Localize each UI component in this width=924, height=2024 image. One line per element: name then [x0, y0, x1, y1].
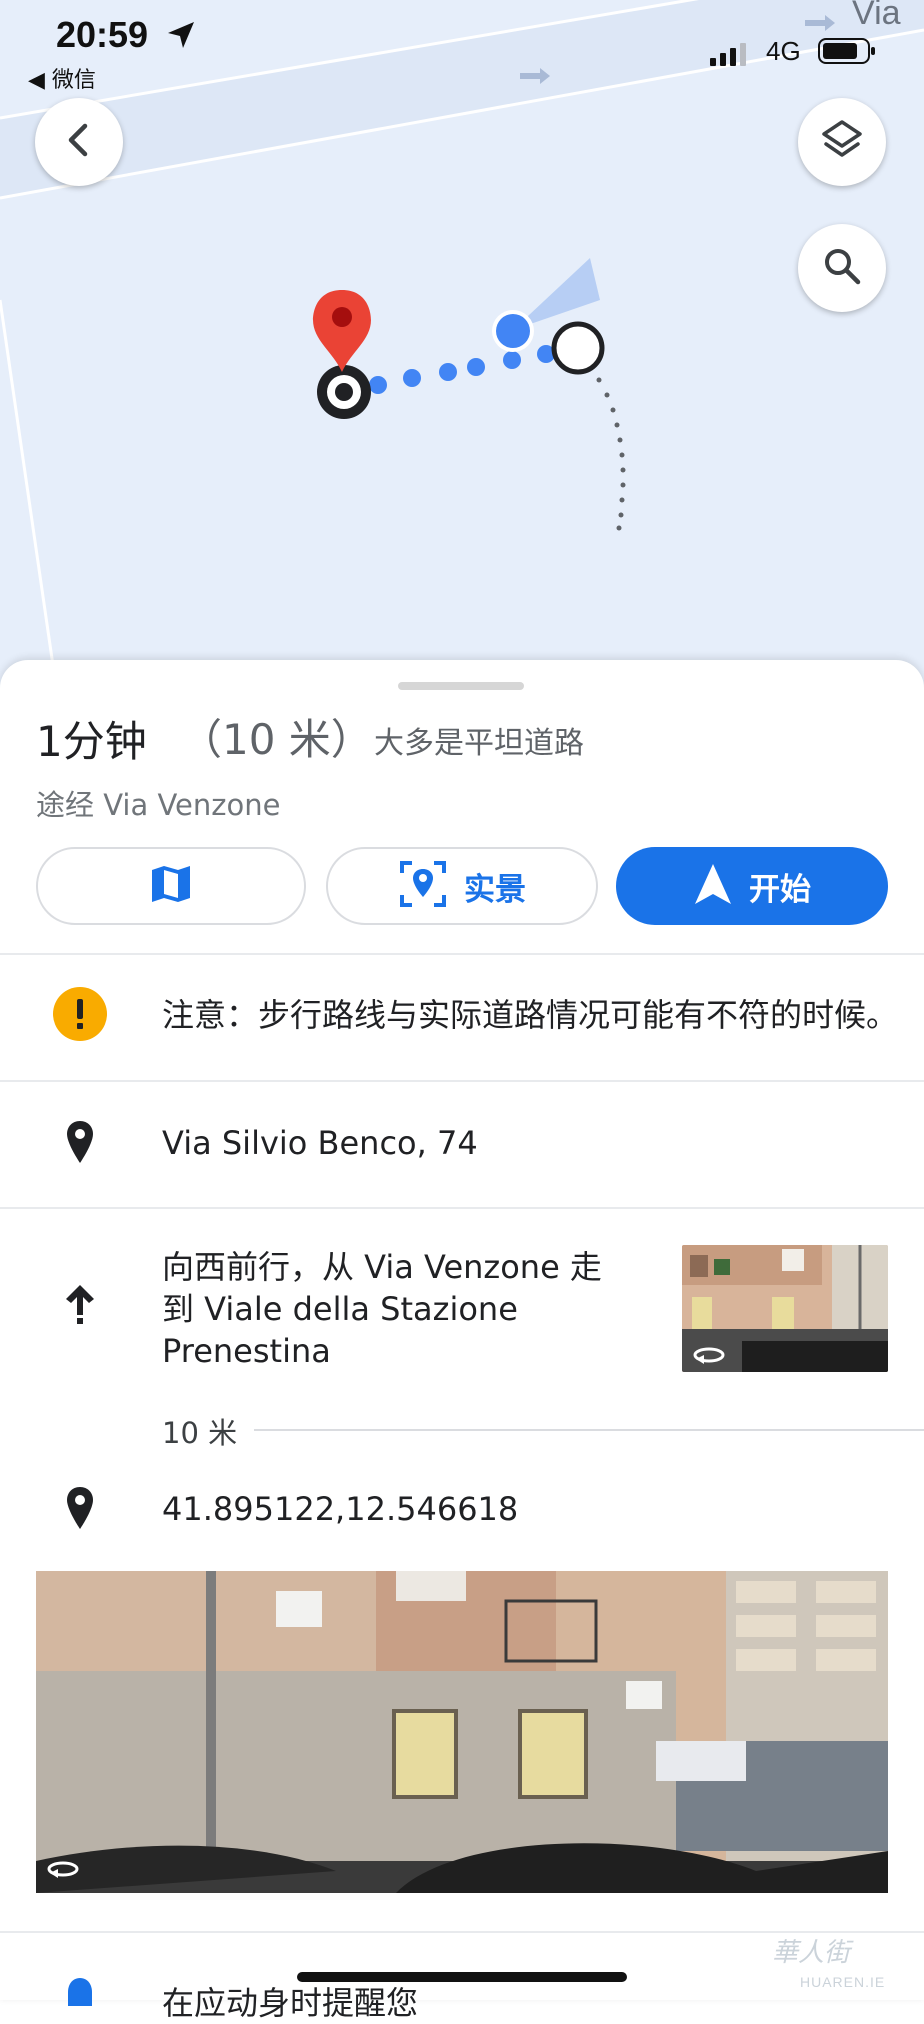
step-instruction[interactable]: 向西前行，从 Via Venzone 走 到 Viale della Stazi… — [162, 1246, 662, 1372]
live-view-label: 实景 — [464, 871, 526, 908]
step-instruction-line: Prenestina — [162, 1332, 331, 1370]
trip-distance: （10 米） — [180, 715, 373, 764]
departure-reminder[interactable]: 在应动身时提醒您 — [162, 1978, 418, 2024]
map-canvas[interactable] — [0, 0, 924, 700]
watermark-sub: HUAREN.IE — [800, 1974, 886, 1990]
back-to-app-link[interactable]: ◀ 微信 — [28, 62, 96, 94]
step-distance: 10 米 — [162, 1416, 238, 1450]
network-type: 4G — [766, 36, 801, 66]
start-label: 开始 — [749, 871, 811, 908]
status-time: 20:59 — [56, 14, 149, 55]
street-label: Via — [852, 0, 901, 32]
location-arrow-icon — [166, 20, 196, 54]
trip-duration: 1分钟 — [36, 717, 147, 766]
home-indicator[interactable] — [297, 1972, 627, 1982]
terrain-note: 大多是平坦道路 — [374, 726, 584, 761]
location-pin-icon — [48, 1486, 112, 1530]
straight-arrow-icon — [48, 1283, 112, 1327]
signal-icon — [710, 42, 754, 70]
warning-icon — [48, 986, 112, 1042]
bell-icon — [48, 1976, 112, 2006]
current-location-dot — [496, 314, 530, 348]
battery-icon — [818, 36, 876, 70]
search-icon — [822, 246, 862, 290]
search-button[interactable] — [798, 224, 886, 312]
origin-address[interactable]: Via Silvio Benco, 74 — [162, 1124, 478, 1162]
destination-circle — [551, 321, 605, 375]
navigation-arrow-icon — [693, 862, 733, 910]
path-dots — [596, 377, 626, 531]
back-button[interactable] — [35, 98, 123, 186]
step-street-view-thumbnail[interactable] — [682, 1245, 888, 1372]
destination-street-view-photo[interactable] — [36, 1571, 888, 1893]
map-icon — [150, 864, 192, 908]
location-pin-icon — [48, 1120, 112, 1164]
divider — [0, 953, 924, 955]
live-view-icon — [398, 859, 448, 913]
step-instruction-line: 向西前行，从 Via Venzone 走 — [162, 1248, 602, 1286]
chevron-left-icon — [59, 120, 99, 164]
walking-warning: 注意：步行路线与实际道路情况可能有不符的时候。 — [162, 996, 899, 1034]
start-navigation-button[interactable]: 开始 — [616, 847, 888, 925]
watermark: 華人街 — [772, 1938, 851, 1968]
rotate-360-icon — [692, 1345, 726, 1369]
destination-coordinates[interactable]: 41.895122,12.546618 — [162, 1490, 518, 1528]
layers-icon — [820, 118, 864, 166]
route-via: 途经 Via Venzone — [36, 788, 281, 822]
route-dots — [369, 345, 555, 394]
layers-button[interactable] — [798, 98, 886, 186]
divider — [0, 1080, 924, 1082]
map-view-button[interactable] — [36, 847, 306, 925]
divider — [0, 1207, 924, 1209]
destination-pin-icon — [313, 290, 371, 372]
road-edge — [0, 299, 60, 700]
map-view[interactable]: 20:59 ◀ 微信 4G Via — [0, 0, 924, 700]
live-view-button[interactable]: 实景 — [326, 847, 598, 925]
drag-handle[interactable] — [398, 682, 524, 690]
step-instruction-line: 到 Viale della Stazione — [162, 1290, 518, 1328]
rotate-360-icon — [46, 1859, 80, 1883]
divider — [254, 1429, 924, 1431]
